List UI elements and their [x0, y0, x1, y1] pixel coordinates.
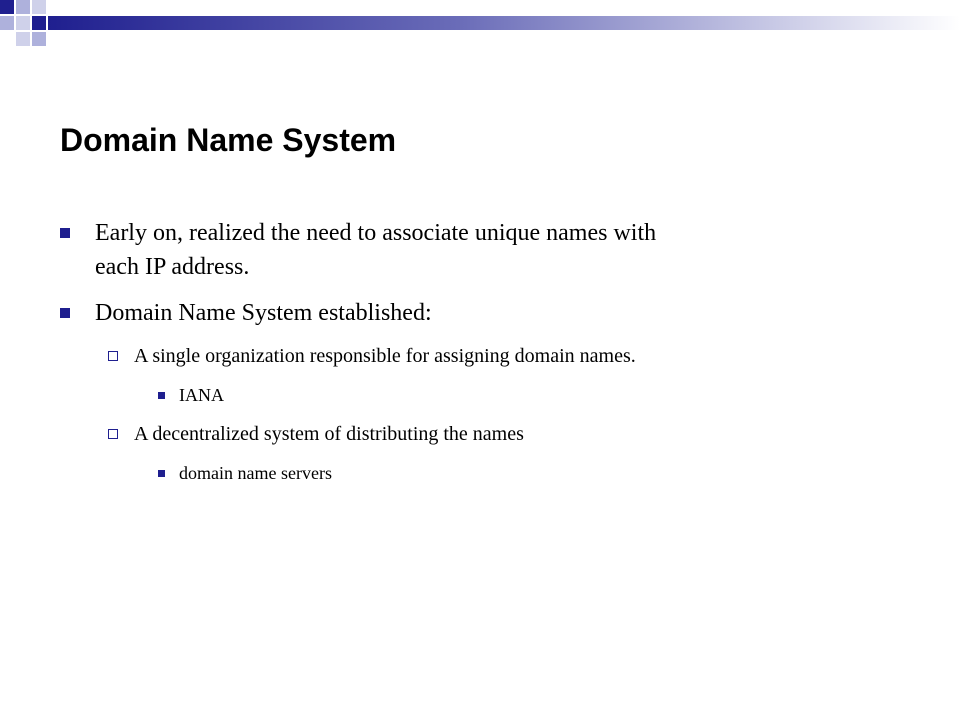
- header-square: [0, 16, 14, 30]
- hollow-square-bullet-icon: [108, 351, 118, 361]
- sub-sub-bullet-item: domain name servers: [60, 460, 920, 486]
- bullet-item: Domain Name System established:: [60, 296, 920, 330]
- sub-bullet-item: A single organization responsible for as…: [60, 342, 920, 370]
- header-square: [0, 0, 14, 14]
- bullet-text-line: domain name servers: [179, 463, 332, 483]
- bullet-text-line: Domain Name System established:: [95, 300, 432, 326]
- square-bullet-icon: [158, 392, 165, 399]
- bullet-text-line: IANA: [179, 385, 224, 405]
- header-gradient-bar: [48, 16, 960, 30]
- square-bullet-icon: [158, 470, 165, 477]
- header-square: [32, 16, 46, 30]
- bullet-text-line: A decentralized system of distributing t…: [134, 423, 524, 445]
- header-square: [32, 0, 46, 14]
- slide-title: Domain Name System: [60, 122, 397, 158]
- sub-sub-bullet-item: IANA: [60, 382, 920, 408]
- bullet-text-line: Early on, realized the need to associate…: [95, 220, 657, 246]
- header-square: [16, 32, 30, 46]
- square-bullet-icon: [60, 308, 70, 318]
- bullet-list: Early on, realized the need to associate…: [60, 216, 920, 498]
- header-square: [16, 0, 30, 14]
- bullet-item: Early on, realized the need to associate…: [60, 216, 920, 284]
- bullet-text-line: A single organization responsible for as…: [134, 345, 636, 367]
- bullet-text-line: each IP address.: [95, 254, 250, 280]
- header-square: [16, 16, 30, 30]
- slide: Domain Name System Early on, realized th…: [0, 0, 960, 720]
- sub-bullet-item: A decentralized system of distributing t…: [60, 420, 920, 448]
- square-bullet-icon: [60, 228, 70, 238]
- header-square: [32, 32, 46, 46]
- hollow-square-bullet-icon: [108, 429, 118, 439]
